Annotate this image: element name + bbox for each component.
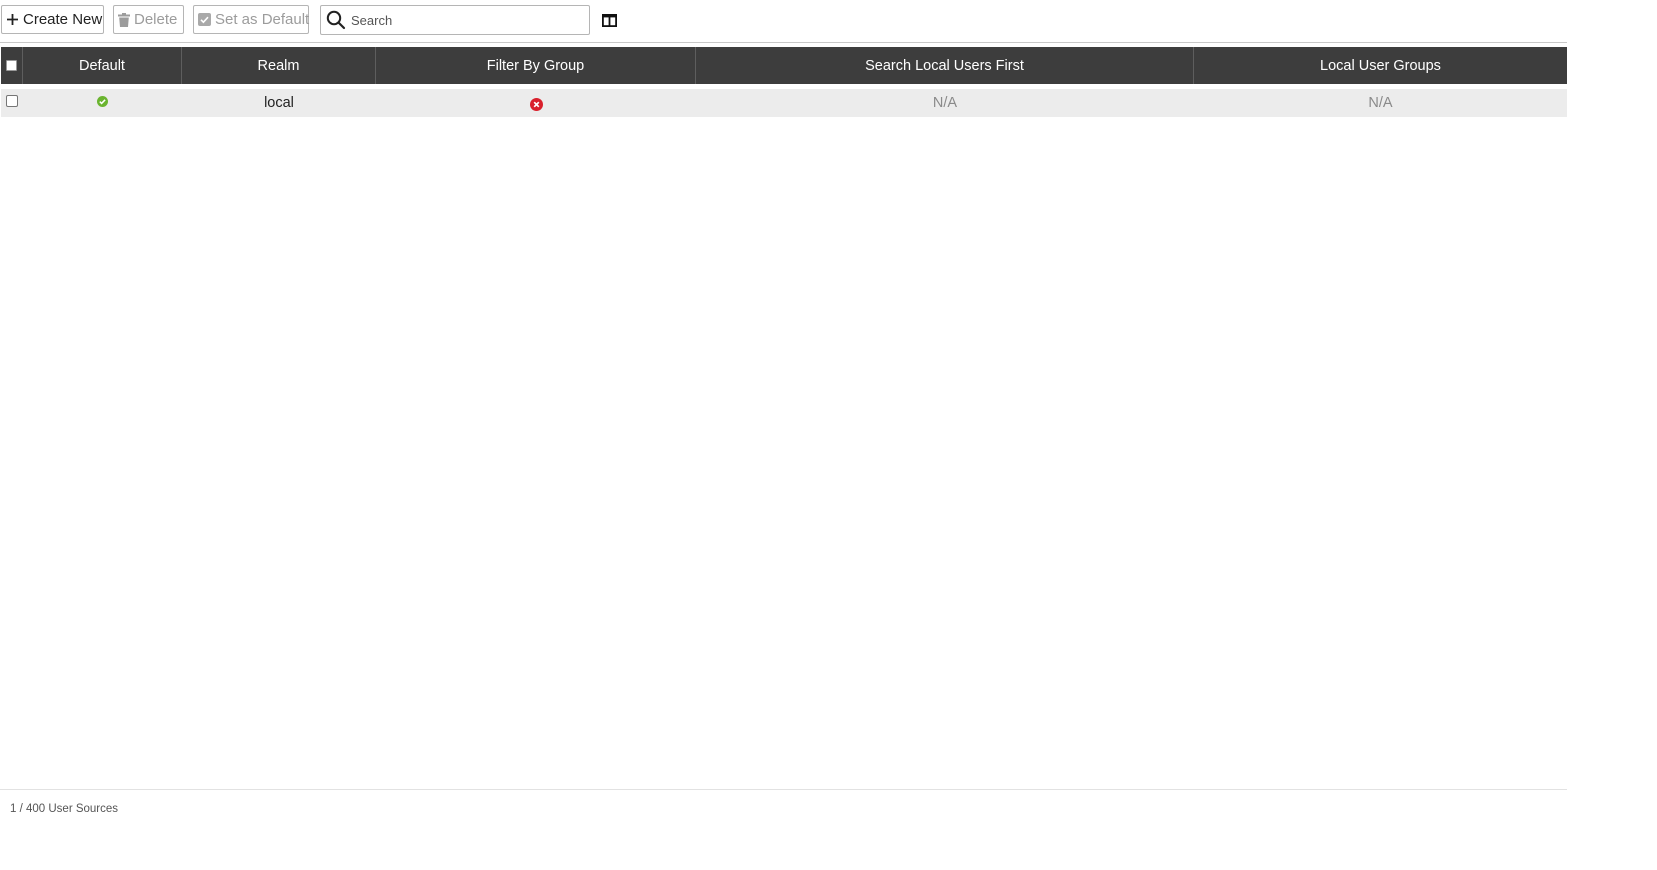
table-header: Default Realm Filter By Group Search Loc…	[1, 47, 1567, 84]
user-sources-page: Create New Delete Set as Default Search …	[0, 0, 1567, 870]
select-all-cell	[1, 47, 23, 84]
delete-button[interactable]: Delete	[113, 5, 184, 34]
column-header-default[interactable]: Default	[23, 47, 182, 84]
filter-by-group-cell	[376, 89, 696, 117]
column-header-local-user-groups[interactable]: Local User Groups	[1194, 47, 1567, 84]
row-select-cell	[1, 89, 23, 117]
table-row[interactable]: local N/A N/A	[1, 89, 1567, 117]
column-header-search-local-users-first[interactable]: Search Local Users First	[696, 47, 1194, 84]
record-count: 1 / 400 User Sources	[10, 803, 119, 815]
user-sources-table: Default Realm Filter By Group Search Loc…	[1, 47, 1567, 117]
plus-icon	[6, 13, 19, 26]
delete-label: Delete	[134, 11, 178, 28]
status-footer: 1 / 400 User Sources	[0, 789, 1567, 830]
set-as-default-label: Set as Default	[215, 11, 310, 28]
column-header-realm[interactable]: Realm	[182, 47, 376, 84]
select-all-checkbox[interactable]	[6, 60, 17, 71]
checkbox-check-icon	[198, 13, 211, 26]
set-as-default-button[interactable]: Set as Default	[193, 5, 309, 34]
create-new-button[interactable]: Create New	[1, 5, 104, 34]
check-circle-icon	[97, 96, 108, 107]
create-new-label: Create New	[23, 11, 103, 28]
realm-cell: local	[264, 95, 294, 111]
search-local-users-first-cell: N/A	[932, 95, 958, 111]
toolbar: Create New Delete Set as Default	[0, 0, 1567, 43]
search-box	[320, 5, 590, 35]
column-settings-icon[interactable]	[601, 12, 618, 29]
x-circle-icon	[529, 97, 543, 111]
search-icon	[326, 10, 346, 30]
column-header-filter-by-group[interactable]: Filter By Group	[376, 47, 696, 84]
trash-icon	[118, 12, 130, 27]
local-user-groups-cell: N/A	[1368, 95, 1393, 111]
default-cell	[23, 89, 182, 117]
row-checkbox[interactable]	[6, 95, 18, 107]
search-input[interactable]	[349, 11, 583, 29]
